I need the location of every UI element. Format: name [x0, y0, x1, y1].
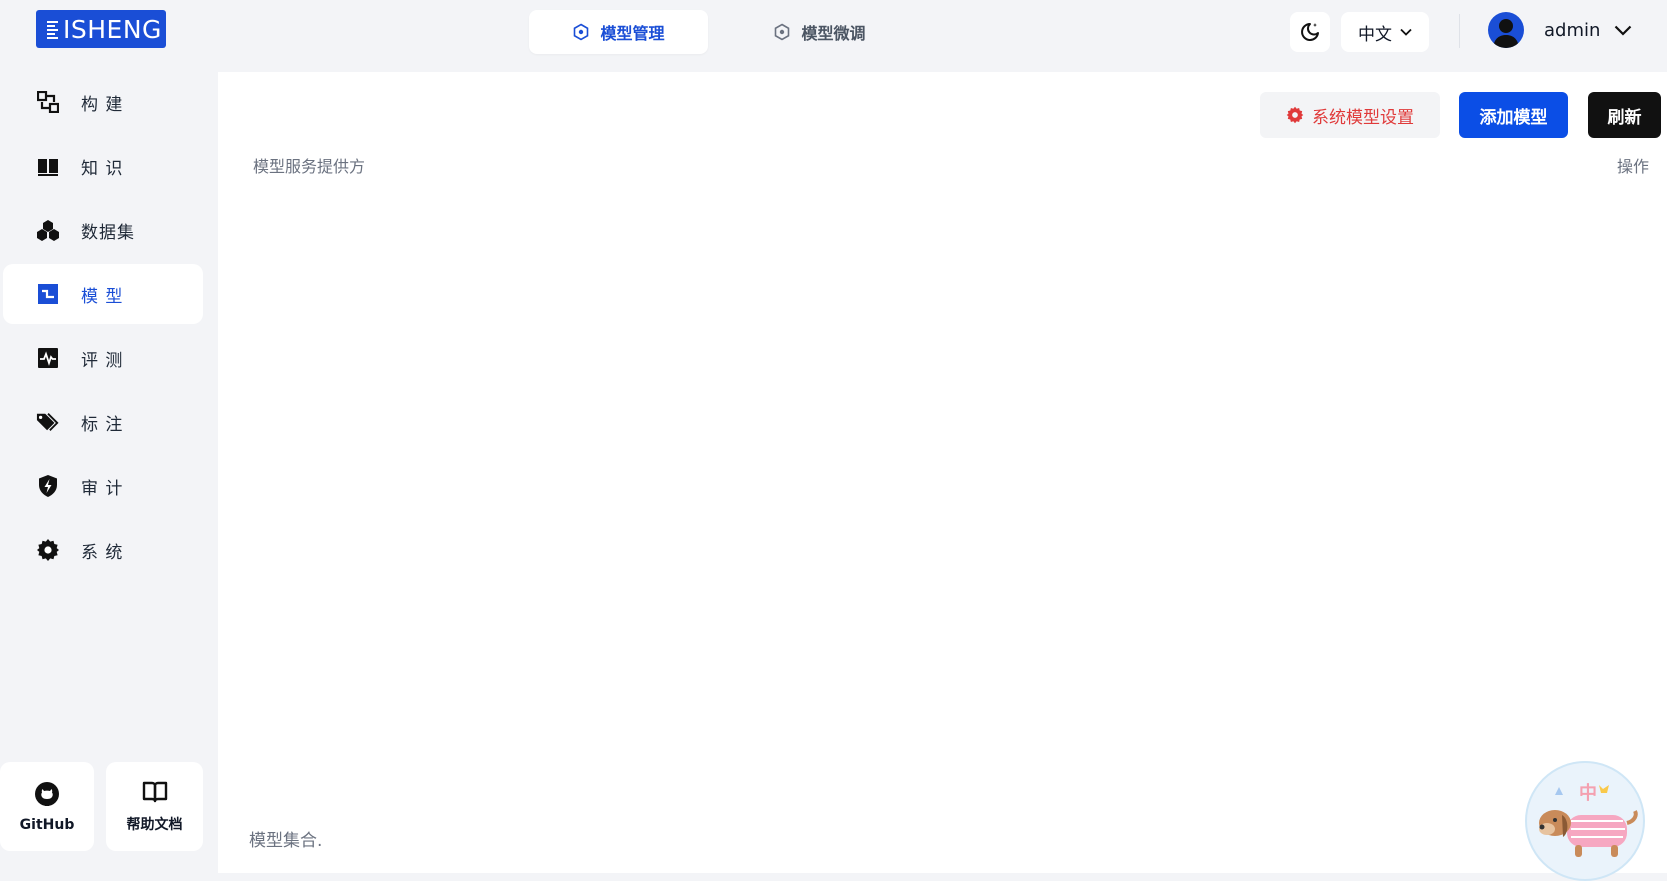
github-icon	[35, 781, 59, 806]
sidebar-item-audit[interactable]: 审 计	[3, 456, 203, 516]
add-model-label: 添加模型	[1479, 107, 1548, 128]
sidebar-item-label: 构 建	[81, 94, 124, 115]
sidebar-item-label: 系 统	[81, 542, 124, 563]
github-link[interactable]: GitHub	[0, 762, 94, 851]
gear-icon	[36, 538, 60, 562]
refresh-button[interactable]: 刷新	[1588, 92, 1661, 138]
add-model-button[interactable]: 添加模型	[1459, 92, 1568, 138]
tab-label: 模型管理	[600, 24, 665, 43]
dog-mascot-icon: 中	[1539, 782, 1643, 879]
theme-toggle-button[interactable]	[1290, 12, 1330, 52]
open-book-icon	[142, 781, 167, 802]
sidebar-item-system[interactable]: 系 统	[3, 520, 203, 580]
gear-icon	[1286, 106, 1304, 124]
sidebar-item-annotation[interactable]: 标 注	[3, 392, 203, 452]
tab-model-management[interactable]: 模型管理	[529, 10, 708, 54]
sidebar-item-label: 数据集	[81, 222, 135, 243]
user-menu[interactable]: admin	[1488, 12, 1632, 48]
table-header: 模型服务提供方 操作	[253, 153, 1649, 177]
sidebar-item-evaluation[interactable]: 评 测	[3, 328, 203, 388]
chevron-down-icon	[1400, 28, 1412, 36]
sidebar-item-label: 知 识	[81, 158, 124, 179]
avatar	[1488, 12, 1524, 48]
tags-icon	[36, 410, 60, 434]
sidebar-item-label: 模 型	[81, 286, 124, 307]
main-panel: 系统模型设置 添加模型 刷新 模型服务提供方 操作 模型集合.	[218, 72, 1667, 873]
help-docs-link[interactable]: 帮助文档	[106, 762, 203, 851]
column-header-provider: 模型服务提供方	[253, 157, 366, 176]
column-header-actions: 操作	[1616, 157, 1649, 176]
username: admin	[1544, 19, 1601, 41]
logo-lines-icon	[47, 21, 58, 39]
brand-name: ISHENG	[63, 14, 162, 44]
language-select[interactable]: 中文	[1341, 12, 1429, 52]
sidebar-item-build[interactable]: 构 建	[3, 72, 203, 132]
chevron-down-icon	[1615, 25, 1632, 36]
sidebar-item-label: 审 计	[81, 478, 124, 499]
mascot-widget[interactable]: 中	[1525, 761, 1645, 881]
help-docs-label: 帮助文档	[126, 816, 183, 833]
moon-icon	[1301, 23, 1319, 41]
tab-model-finetune[interactable]: 模型微调	[730, 10, 909, 54]
sidebar-item-label: 标 注	[81, 414, 124, 435]
pulse-icon	[36, 346, 60, 370]
top-tabs: 模型管理 模型微调	[529, 10, 909, 54]
user-icon	[1493, 19, 1519, 48]
book-icon	[36, 154, 60, 178]
dataset-cubes-icon	[36, 218, 60, 242]
hexagon-icon	[775, 23, 790, 41]
sidebar-item-model[interactable]: 模 型	[3, 264, 203, 324]
sidebar-item-dataset[interactable]: 数据集	[3, 200, 203, 260]
brand-logo[interactable]: ISHENG	[36, 10, 166, 48]
header-divider	[1459, 14, 1460, 48]
sidebar-item-label: 评 测	[81, 350, 124, 371]
shield-bolt-icon	[36, 474, 60, 498]
system-model-settings-button[interactable]: 系统模型设置	[1260, 92, 1440, 138]
language-value: 中文	[1358, 24, 1392, 45]
sidebar-item-knowledge[interactable]: 知 识	[3, 136, 203, 196]
hexagon-icon	[574, 23, 589, 41]
build-icon	[36, 90, 60, 114]
model-icon	[36, 282, 60, 306]
system-model-settings-label: 系统模型设置	[1312, 107, 1414, 128]
table-caption: 模型集合.	[249, 831, 323, 851]
github-label: GitHub	[19, 816, 75, 833]
mascot-badge: 中	[1579, 782, 1597, 804]
refresh-label: 刷新	[1607, 107, 1642, 128]
tab-label: 模型微调	[801, 24, 866, 43]
